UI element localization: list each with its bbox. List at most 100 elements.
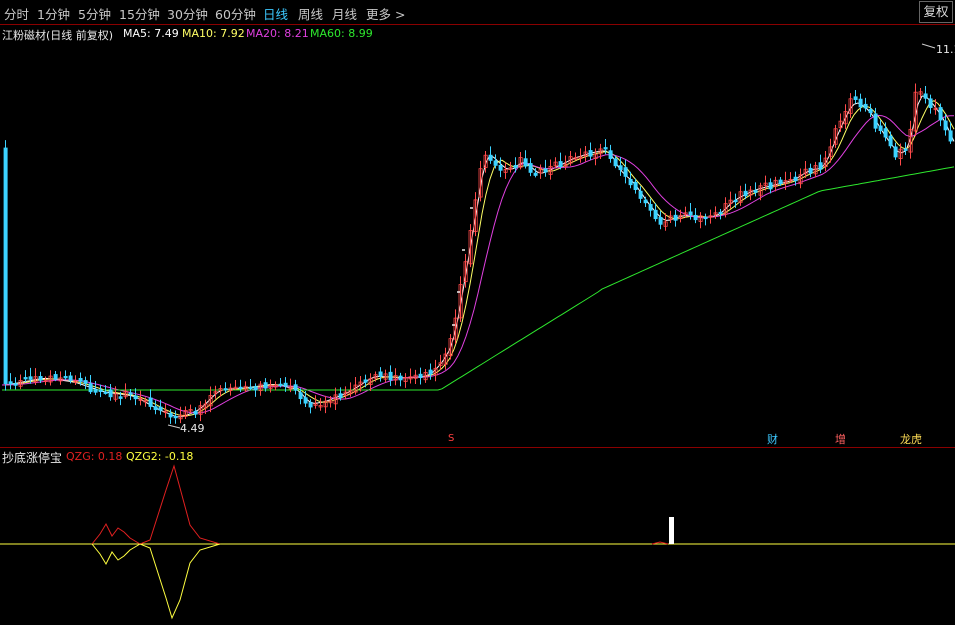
high-arrow <box>921 43 936 49</box>
candle-body <box>278 383 283 387</box>
candle-body <box>3 147 8 385</box>
ma20-line <box>1 114 955 414</box>
qzg-line <box>91 464 221 545</box>
candle-body <box>863 103 868 109</box>
qzg-label: QZG: 0.18 <box>66 450 123 463</box>
candle-body <box>93 389 98 393</box>
candle-body <box>133 395 138 400</box>
candle-body <box>488 154 493 161</box>
candle-body <box>38 376 43 381</box>
candle-body <box>603 147 608 150</box>
candle-body <box>733 199 738 203</box>
candle-body <box>883 128 888 138</box>
candle-body <box>888 135 893 147</box>
candle-body <box>253 386 258 391</box>
candle-body <box>88 383 93 393</box>
candle-body <box>703 216 708 220</box>
candle-body <box>8 381 13 385</box>
candle-body <box>363 379 368 383</box>
candle-body <box>153 406 158 411</box>
candle-body <box>943 120 948 131</box>
candle-body <box>83 380 88 384</box>
candle-body <box>293 384 298 391</box>
candle-body <box>868 108 873 114</box>
badge-increase[interactable]: 增 <box>835 431 846 447</box>
candle-body <box>298 392 303 400</box>
candle-body <box>693 214 698 221</box>
candle-body <box>928 98 933 108</box>
candle-body <box>303 397 308 404</box>
candle-body <box>513 165 518 169</box>
candle-body <box>718 211 723 215</box>
candle-body <box>338 393 343 398</box>
candle-body <box>623 167 628 177</box>
candle-body <box>923 93 928 99</box>
candle-body <box>28 376 33 380</box>
candle-body <box>103 391 108 394</box>
candle-body <box>613 158 618 167</box>
candle-body <box>158 406 163 411</box>
badge-finance[interactable]: 财 <box>767 431 778 447</box>
candle-body <box>418 373 423 379</box>
badge-dragon-tiger[interactable]: 龙虎 <box>900 431 922 447</box>
ma5-line <box>1 95 955 418</box>
candle-body <box>778 179 783 185</box>
candle-body <box>658 216 663 225</box>
candle-body <box>263 382 268 389</box>
candle-body <box>633 181 638 191</box>
candle-body <box>148 397 153 407</box>
candle-body <box>493 160 498 166</box>
event-marker-s[interactable]: S <box>448 433 454 444</box>
candle-body <box>63 375 68 379</box>
ma10-line <box>1 100 955 417</box>
candle-body <box>108 389 113 398</box>
qzg2-label: QZG2: -0.18 <box>126 450 194 463</box>
candle-body <box>193 410 198 415</box>
candle-body <box>893 146 898 158</box>
signal-bar <box>669 517 674 544</box>
candle-body <box>793 176 798 182</box>
candle-body <box>308 402 313 408</box>
candle-body <box>128 392 133 395</box>
candle-body <box>643 199 648 204</box>
candle-body <box>543 168 548 173</box>
candle-body <box>68 375 73 381</box>
candle-body <box>238 386 243 390</box>
candle-body <box>53 374 58 380</box>
candle-body <box>938 107 943 121</box>
candle-body <box>608 150 613 159</box>
candle-body <box>948 130 953 142</box>
candle-body <box>23 377 28 380</box>
candle-body <box>223 388 228 391</box>
candle-body <box>688 211 693 216</box>
candle-body <box>588 150 593 157</box>
candle-body <box>533 172 538 176</box>
candle-body <box>628 178 633 186</box>
candle-body <box>78 377 83 382</box>
candle-body <box>558 161 563 167</box>
candle-body <box>168 412 173 418</box>
candle-body <box>878 125 883 131</box>
candle-body <box>753 190 758 193</box>
candle-body <box>283 382 288 387</box>
candle-body <box>118 396 123 399</box>
candle-body <box>248 386 253 390</box>
candle-body <box>873 113 878 129</box>
candle-body <box>853 96 858 100</box>
candle-body <box>808 167 813 174</box>
candle-body <box>818 162 823 170</box>
candle-body <box>528 163 533 173</box>
low-price-label: 4.49 <box>180 422 205 435</box>
high-price-label: 11.1 <box>936 43 955 56</box>
qzg2-line <box>91 543 221 620</box>
divider <box>0 447 955 448</box>
candle-body <box>428 369 433 375</box>
candle-body <box>398 375 403 381</box>
candle-body <box>648 204 653 211</box>
candle-body <box>173 415 178 419</box>
indicator-name: 抄底涨停宝 <box>2 451 63 465</box>
candle-body <box>653 209 658 220</box>
price-chart[interactable] <box>0 0 955 625</box>
candle-body <box>638 190 643 199</box>
candle-body <box>673 214 678 221</box>
